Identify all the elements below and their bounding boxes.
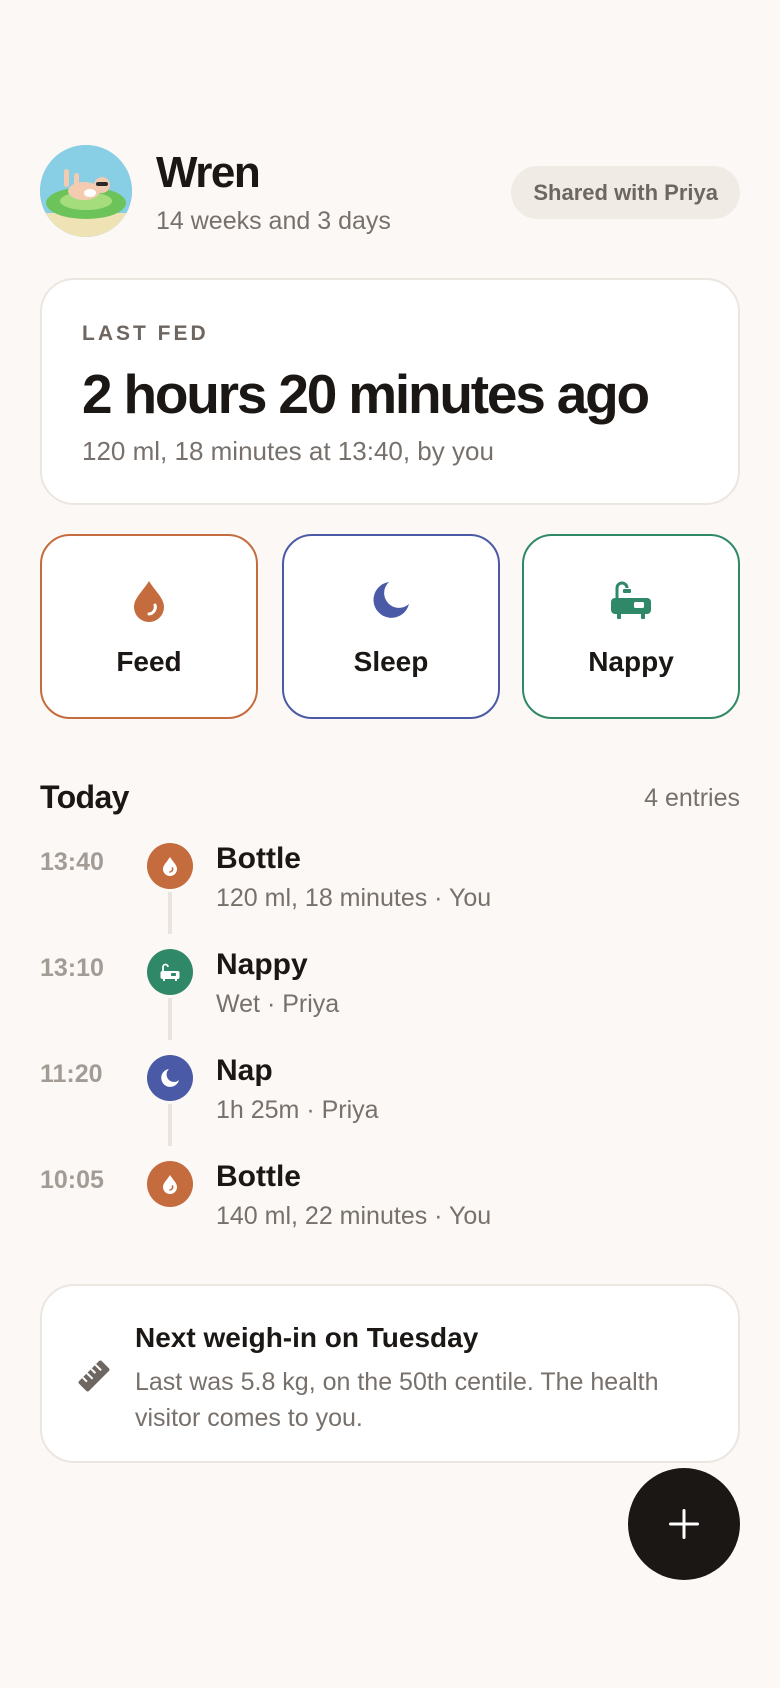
nappy-button-label: Nappy [588, 646, 674, 677]
entry-title: Nap [216, 1054, 273, 1087]
entry-title: Bottle [216, 1160, 301, 1193]
entry-detail: 120 ml, 18 minutes · You [216, 884, 492, 912]
moon-icon [147, 1055, 193, 1101]
drop-icon [134, 581, 164, 622]
entry-time: 10:05 [40, 1166, 104, 1194]
bath-icon [147, 949, 193, 995]
last-fed-detail: 120 ml, 18 minutes at 13:40, by you [82, 436, 494, 466]
weigh-in-body: Last was 5.8 kg, on the 50th centile. Th… [135, 1368, 659, 1432]
baby-name: Wren [156, 148, 261, 197]
entry-time: 11:20 [40, 1060, 103, 1088]
sleep-button-label: Sleep [353, 646, 429, 677]
entry-detail: 140 ml, 22 minutes · You [216, 1202, 492, 1230]
timeline-entry[interactable]: 13:40 Bottle 120 ml, 18 minutes · You [40, 840, 740, 930]
entry-time: 13:10 [40, 954, 104, 982]
today-entry-count: 4 entries [644, 784, 740, 812]
entry-detail: Wet · Priya [216, 990, 340, 1018]
feed-button-label: Feed [116, 646, 182, 677]
ruler-icon [78, 1360, 110, 1392]
sleep-button[interactable]: Sleep [282, 534, 500, 719]
plus-icon [669, 1509, 699, 1539]
timeline-entry[interactable]: 11:20 Nap 1h 25m · Priya [40, 1052, 740, 1142]
entry-title: Bottle [216, 842, 301, 875]
entry-detail: 1h 25m · Priya [216, 1096, 379, 1124]
timeline-entry[interactable]: 13:10 Nappy Wet · Priya [40, 946, 740, 1036]
add-entry-button[interactable] [628, 1468, 740, 1580]
weigh-in-title: Next weigh-in on Tuesday [135, 1322, 479, 1353]
shared-with-button[interactable]: Shared with Priya [511, 166, 740, 219]
drop-icon [147, 1161, 193, 1207]
today-heading: Today [40, 779, 129, 815]
baby-age: 14 weeks and 3 days [156, 207, 391, 235]
entry-time: 13:40 [40, 848, 104, 876]
avatar[interactable] [40, 145, 132, 237]
last-fed-card[interactable]: LAST FED 2 hours 20 minutes ago 120 ml, … [40, 278, 740, 505]
last-fed-time-ago: 2 hours 20 minutes ago [82, 363, 650, 425]
weigh-in-card[interactable]: Next weigh-in on Tuesday Last was 5.8 kg… [40, 1284, 740, 1463]
profile-header: Wren 14 weeks and 3 days Shared with Pri… [40, 145, 740, 240]
entry-title: Nappy [216, 948, 308, 981]
drop-icon [147, 843, 193, 889]
timeline-entry[interactable]: 10:05 Bottle 140 ml, 22 minutes · You [40, 1158, 740, 1248]
nappy-button[interactable]: Nappy [522, 534, 740, 719]
bath-icon [611, 581, 651, 619]
feed-button[interactable]: Feed [40, 534, 258, 719]
last-fed-eyebrow: LAST FED [82, 322, 209, 345]
moon-icon [373, 582, 409, 618]
